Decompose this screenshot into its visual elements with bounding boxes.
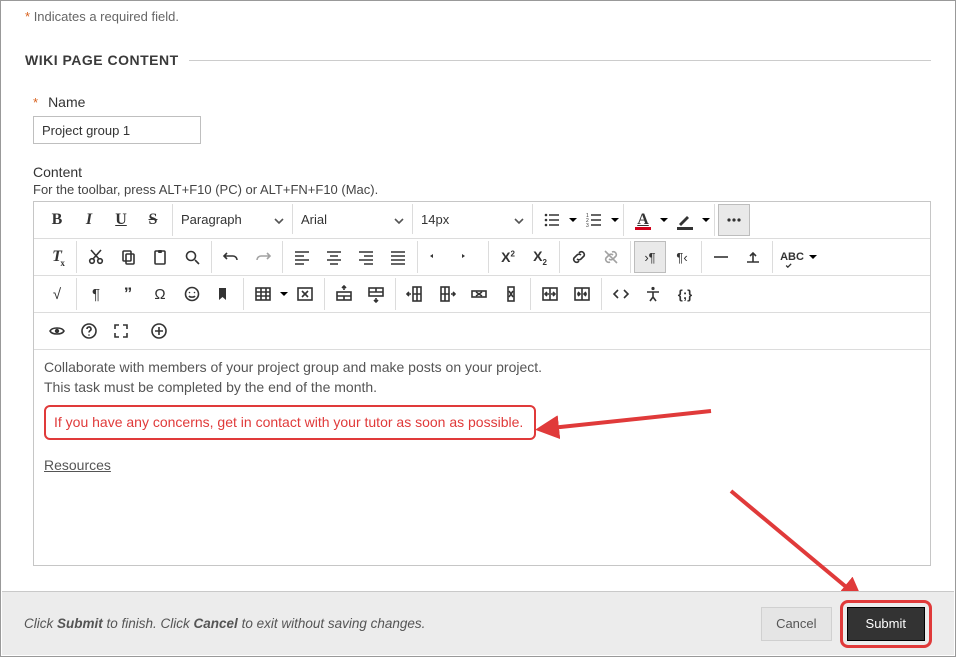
toolbar-row-1: B I U S Paragraph Arial 14px — [34, 202, 930, 239]
special-char-button[interactable]: Ω — [144, 278, 176, 310]
resources-link[interactable]: Resources — [44, 456, 111, 475]
name-label: Name — [48, 94, 85, 110]
toolbar-row-2: Tx — [34, 239, 930, 276]
add-content-button[interactable] — [143, 315, 175, 347]
chevron-down-icon[interactable] — [568, 215, 578, 225]
section-header: WIKI PAGE CONTENT — [25, 52, 931, 68]
emoji-button[interactable] — [176, 278, 208, 310]
align-justify-button[interactable] — [382, 241, 414, 273]
ltr-button[interactable]: ›¶ — [634, 241, 666, 273]
cut-button[interactable] — [80, 241, 112, 273]
merge-cells-button[interactable] — [534, 278, 566, 310]
superscript-button[interactable]: X2 — [492, 241, 524, 273]
footer-bar: Click Submit to finish. Click Cancel to … — [2, 591, 954, 655]
chevron-down-icon — [514, 214, 524, 224]
link-button[interactable] — [563, 241, 595, 273]
split-cells-button[interactable] — [566, 278, 598, 310]
highlighted-text: If you have any concerns, get in contact… — [44, 405, 536, 440]
accessibility-button[interactable] — [637, 278, 669, 310]
undo-button[interactable] — [215, 241, 247, 273]
editor-content-area[interactable]: Collaborate with members of your project… — [34, 350, 930, 565]
redo-button[interactable] — [247, 241, 279, 273]
editor-line: This task must be completed by the end o… — [44, 378, 920, 397]
asterisk-icon: * — [25, 9, 30, 24]
chevron-down-icon[interactable] — [659, 215, 669, 225]
paste-button[interactable] — [144, 241, 176, 273]
section-title: WIKI PAGE CONTENT — [25, 52, 179, 68]
align-right-button[interactable] — [350, 241, 382, 273]
copy-button[interactable] — [112, 241, 144, 273]
align-left-button[interactable] — [286, 241, 318, 273]
numbered-list-button[interactable]: 123 — [578, 204, 610, 236]
fullscreen-button[interactable] — [105, 315, 137, 347]
rtl-button[interactable]: ¶‹ — [666, 241, 698, 273]
table-delete-button[interactable] — [289, 278, 321, 310]
chevron-down-icon — [394, 214, 404, 224]
math-button[interactable]: √ — [41, 278, 73, 310]
name-input[interactable] — [33, 116, 201, 144]
content-label: Content — [33, 164, 931, 180]
row-delete-button[interactable] — [463, 278, 495, 310]
spellcheck-button[interactable]: ABC — [776, 241, 808, 273]
svg-text:3: 3 — [586, 223, 589, 229]
bold-button[interactable]: B — [41, 204, 73, 236]
chevron-down-icon[interactable] — [808, 252, 818, 262]
unlink-button[interactable] — [595, 241, 627, 273]
chevron-down-icon[interactable] — [701, 215, 711, 225]
code-button[interactable] — [605, 278, 637, 310]
chevron-down-icon — [274, 214, 284, 224]
table-button[interactable] — [247, 278, 279, 310]
bullet-list-button[interactable] — [536, 204, 568, 236]
horizontal-rule-button[interactable] — [705, 241, 737, 273]
anchor-button[interactable] — [208, 278, 240, 310]
text-color-button[interactable]: A — [627, 204, 659, 236]
asterisk-icon: * — [33, 95, 38, 110]
col-delete-button[interactable] — [495, 278, 527, 310]
font-size-select[interactable]: 14px — [413, 204, 533, 234]
submit-button[interactable]: Submit — [847, 607, 925, 641]
required-field-note: * Indicates a required field. — [25, 9, 931, 24]
insert-file-button[interactable] — [737, 241, 769, 273]
indent-decrease-button[interactable] — [421, 241, 453, 273]
highlight-color-button[interactable] — [669, 204, 701, 236]
submit-highlight: Submit — [840, 600, 932, 648]
editor-line: Collaborate with members of your project… — [44, 358, 920, 377]
paragraph-mark-button[interactable]: ¶ — [80, 278, 112, 310]
chevron-down-icon[interactable] — [610, 215, 620, 225]
chevron-down-icon[interactable] — [279, 289, 289, 299]
code-sample-button[interactable]: {;} — [669, 278, 701, 310]
row-after-button[interactable] — [360, 278, 392, 310]
col-after-button[interactable] — [431, 278, 463, 310]
indent-increase-button[interactable] — [453, 241, 485, 273]
italic-button[interactable]: I — [73, 204, 105, 236]
toolbar-hint: For the toolbar, press ALT+F10 (PC) or A… — [33, 182, 931, 197]
find-button[interactable] — [176, 241, 208, 273]
block-format-select[interactable]: Paragraph — [173, 204, 293, 234]
font-family-select[interactable]: Arial — [293, 204, 413, 234]
toolbar-row-3: √ ¶ ” Ω — [34, 276, 930, 313]
cancel-button[interactable]: Cancel — [761, 607, 831, 641]
footer-hint: Click Submit to finish. Click Cancel to … — [24, 616, 425, 631]
strikethrough-button[interactable]: S — [137, 204, 169, 236]
clear-format-button[interactable]: Tx — [41, 241, 73, 273]
blockquote-button[interactable]: ” — [112, 278, 144, 310]
toolbar-row-4 — [34, 313, 930, 350]
preview-button[interactable] — [41, 315, 73, 347]
rich-text-editor: B I U S Paragraph Arial 14px — [33, 201, 931, 566]
row-before-button[interactable] — [328, 278, 360, 310]
underline-button[interactable]: U — [105, 204, 137, 236]
subscript-button[interactable]: X2 — [524, 241, 556, 273]
divider — [189, 60, 931, 61]
help-button[interactable] — [73, 315, 105, 347]
col-before-button[interactable] — [399, 278, 431, 310]
more-options-button[interactable] — [718, 204, 750, 236]
align-center-button[interactable] — [318, 241, 350, 273]
